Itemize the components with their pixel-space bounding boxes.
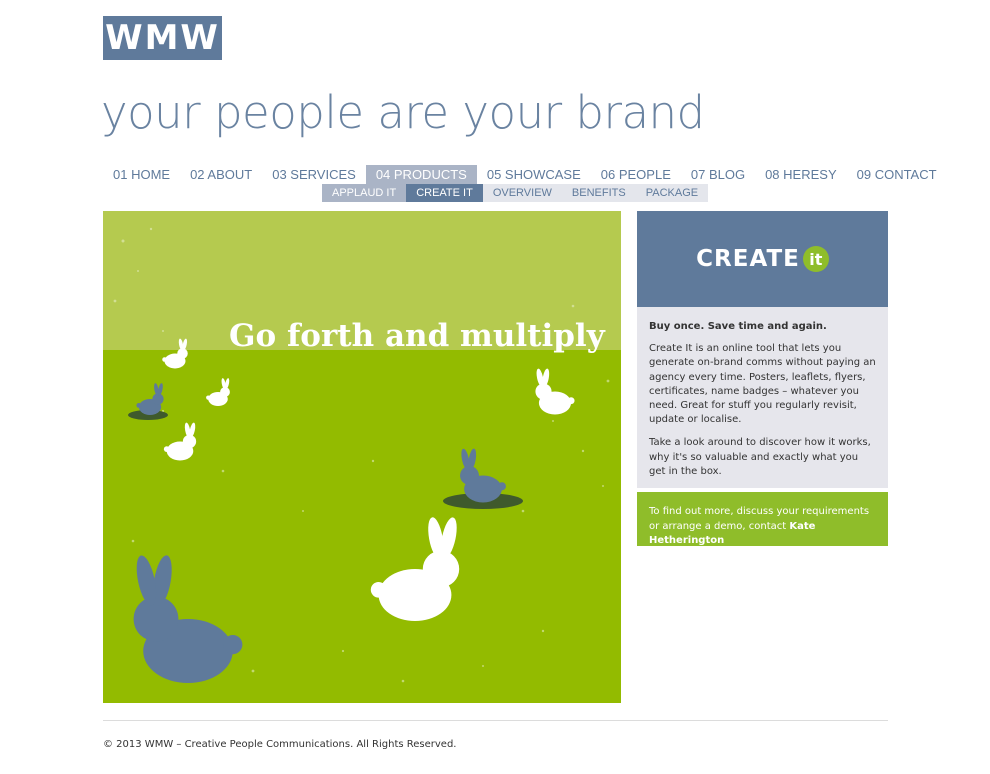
subnav-package[interactable]: PACKAGE — [636, 184, 708, 202]
nav-home[interactable]: 01 HOME — [103, 165, 180, 185]
sub-nav: APPLAUD IT CREATE IT OVERVIEW BENEFITS P… — [322, 184, 709, 202]
subnav-overview[interactable]: OVERVIEW — [483, 184, 562, 202]
create-it-logo-panel: CREATE it — [637, 211, 888, 307]
description-lead: Buy once. Save time and again. — [649, 321, 827, 332]
it-badge-icon: it — [802, 246, 829, 272]
product-description: Buy once. Save time and again. Create It… — [637, 307, 888, 488]
subnav-applaud-it[interactable]: APPLAUD IT — [322, 184, 407, 202]
nav-showcase[interactable]: 05 SHOWCASE — [477, 165, 591, 185]
create-it-logo: CREATE it — [696, 246, 829, 272]
description-paragraph: Take a look around to discover how it wo… — [649, 437, 871, 477]
cta-text: To find out more, discuss your requireme… — [649, 506, 870, 532]
subnav-create-it[interactable]: CREATE IT — [406, 184, 483, 202]
contact-cta: To find out more, discuss your requireme… — [637, 492, 888, 546]
footer-divider — [103, 720, 888, 721]
main-nav: 01 HOME 02 ABOUT 03 SERVICES 04 PRODUCTS… — [103, 165, 947, 185]
wmw-logo[interactable]: WMW — [103, 16, 222, 60]
rabbit-field-illustration — [103, 211, 621, 703]
nav-services[interactable]: 03 SERVICES — [262, 165, 366, 185]
create-it-logo-word: CREATE — [696, 246, 800, 272]
subnav-benefits[interactable]: BENEFITS — [562, 184, 636, 202]
page-tagline: your people are your brand — [101, 86, 705, 139]
description-paragraph: Create It is an online tool that lets yo… — [649, 343, 876, 426]
nav-products[interactable]: 04 PRODUCTS — [365, 165, 477, 185]
logo-text: WMW — [105, 18, 220, 58]
nav-about[interactable]: 02 ABOUT — [180, 165, 262, 185]
footer-copyright: © 2013 WMW – Creative People Communicati… — [103, 739, 457, 750]
nav-heresy[interactable]: 08 HERESY — [755, 165, 847, 185]
hero-illustration: Go forth and multiply — [103, 211, 621, 703]
nav-people[interactable]: 06 PEOPLE — [591, 165, 681, 185]
nav-contact[interactable]: 09 CONTACT — [847, 165, 947, 185]
nav-blog[interactable]: 07 BLOG — [681, 165, 755, 185]
hero-title: Go forth and multiply — [229, 318, 605, 354]
